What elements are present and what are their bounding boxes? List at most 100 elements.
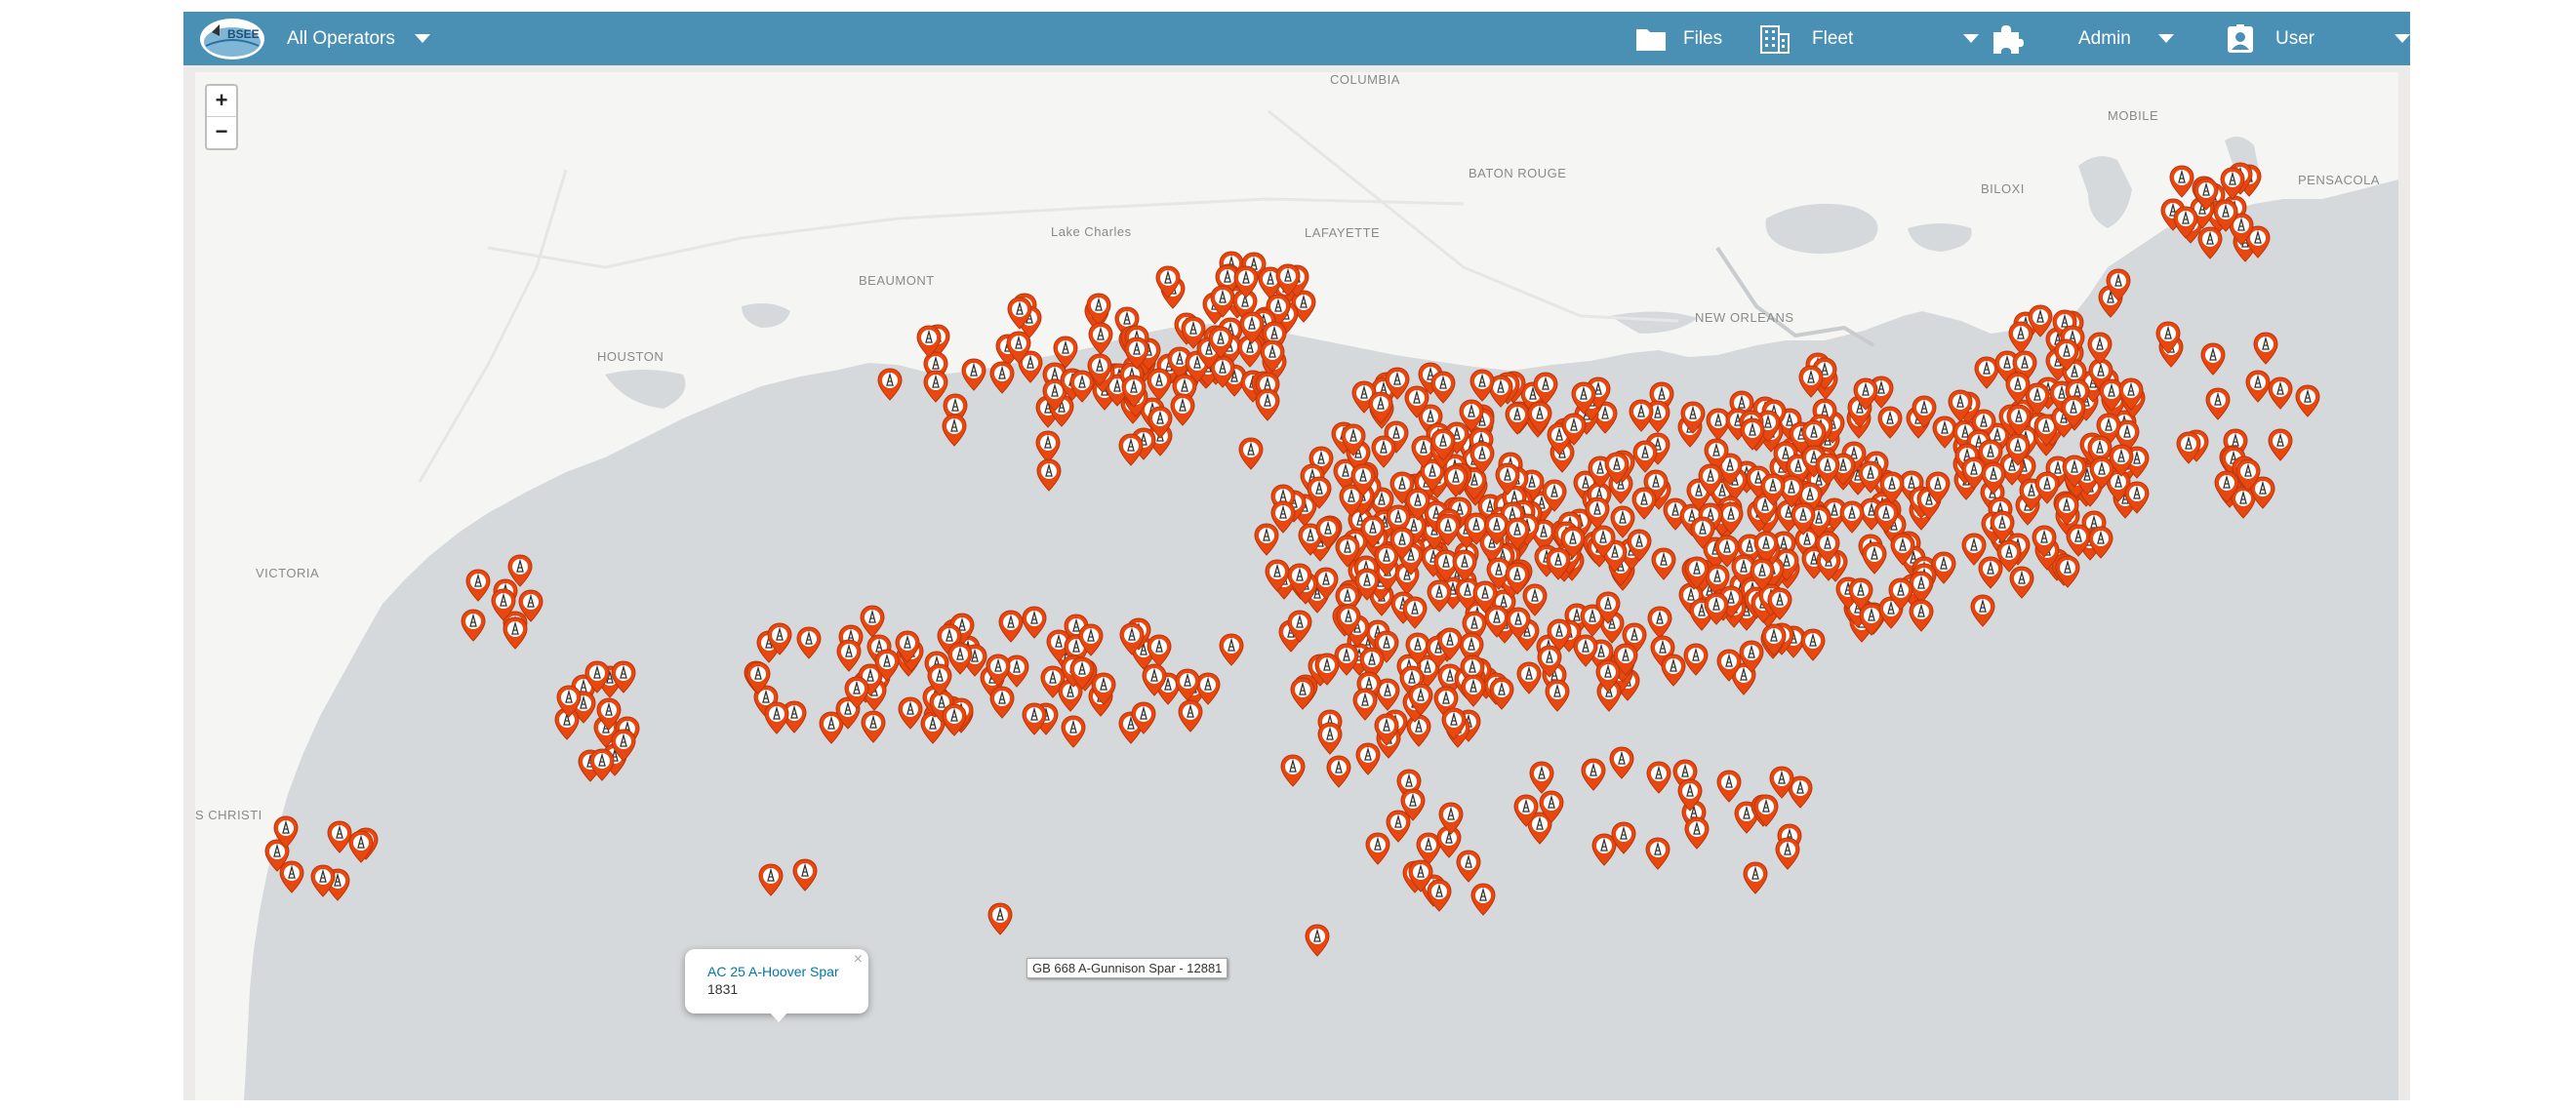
platform-marker[interactable]	[1981, 461, 2006, 495]
platform-marker[interactable]	[1461, 674, 1486, 707]
platform-marker[interactable]	[2200, 342, 2226, 376]
platform-marker[interactable]	[1716, 770, 1742, 803]
platform-marker[interactable]	[1627, 529, 1652, 562]
platform-marker[interactable]	[2205, 387, 2231, 420]
platform-marker[interactable]	[2088, 526, 2113, 559]
platform-marker[interactable]	[877, 368, 903, 401]
platform-marker[interactable]	[1560, 526, 1586, 559]
platform-marker[interactable]	[1233, 265, 1259, 298]
platform-marker[interactable]	[2055, 555, 2080, 588]
platform-marker[interactable]	[2253, 332, 2278, 365]
platform-marker[interactable]	[1408, 859, 1433, 893]
platform-marker[interactable]	[507, 554, 533, 587]
platform-marker[interactable]	[1537, 645, 1562, 678]
platform-marker[interactable]	[1452, 549, 1477, 582]
zoom-in-button[interactable]: +	[207, 86, 236, 117]
platform-marker[interactable]	[1118, 433, 1144, 466]
platform-marker[interactable]	[1078, 623, 1104, 656]
platform-marker[interactable]	[1704, 592, 1729, 625]
zoom-out-button[interactable]: −	[207, 117, 236, 147]
platform-marker[interactable]	[1007, 297, 1032, 330]
platform-marker[interactable]	[1760, 473, 1786, 506]
platform-marker[interactable]	[1260, 339, 1285, 373]
platform-marker[interactable]	[1912, 395, 1937, 428]
platform-marker[interactable]	[942, 414, 967, 447]
platform-marker[interactable]	[961, 358, 986, 391]
platform-marker[interactable]	[927, 663, 952, 696]
platform-marker[interactable]	[2008, 321, 2033, 354]
fleet-menu[interactable]: Fleet	[1760, 12, 1980, 65]
popup-platform-link[interactable]: AC 25 A-Hoover Spar	[707, 964, 839, 979]
platform-marker[interactable]	[1948, 389, 1973, 422]
platform-marker[interactable]	[1750, 558, 1775, 591]
platform-marker[interactable]	[2106, 268, 2131, 301]
platform-marker[interactable]	[1441, 707, 1467, 740]
platform-marker[interactable]	[1716, 649, 1742, 682]
platform-marker[interactable]	[987, 902, 1013, 935]
platform-marker[interactable]	[1469, 369, 1495, 402]
platform-marker[interactable]	[1873, 500, 1899, 534]
platform-marker[interactable]	[1087, 353, 1112, 386]
platform-marker[interactable]	[611, 660, 636, 694]
platform-marker[interactable]	[2087, 332, 2113, 365]
platform-marker[interactable]	[1815, 453, 1840, 486]
platform-marker[interactable]	[1925, 471, 1951, 504]
platform-marker[interactable]	[1405, 488, 1430, 521]
platform-marker[interactable]	[1326, 755, 1351, 788]
platform-marker[interactable]	[1469, 441, 1495, 474]
platform-marker[interactable]	[989, 686, 1015, 719]
platform-marker[interactable]	[792, 858, 818, 892]
platform-marker[interactable]	[1275, 263, 1301, 297]
platform-marker[interactable]	[1142, 663, 1167, 696]
platform-marker[interactable]	[1545, 679, 1570, 712]
platform-marker[interactable]	[2173, 206, 2198, 239]
platform-marker[interactable]	[1542, 479, 1567, 512]
platform-marker[interactable]	[2235, 458, 2261, 492]
platform-marker[interactable]	[1631, 487, 1657, 520]
platform-marker[interactable]	[1400, 788, 1426, 821]
platform-marker[interactable]	[2061, 395, 2086, 428]
platform-marker[interactable]	[874, 649, 900, 682]
platform-marker[interactable]	[1761, 623, 1787, 656]
platform-marker[interactable]	[1170, 393, 1195, 426]
platform-marker[interactable]	[1254, 523, 1279, 556]
platform-marker[interactable]	[1036, 458, 1062, 492]
operator-select[interactable]: All Operators	[287, 12, 430, 65]
platform-marker[interactable]	[1427, 579, 1452, 613]
platform-marker[interactable]	[1336, 604, 1361, 637]
platform-marker[interactable]	[1352, 688, 1378, 721]
platform-marker[interactable]	[2062, 455, 2087, 488]
platform-marker[interactable]	[2109, 444, 2134, 477]
platform-marker[interactable]	[767, 622, 792, 655]
platform-marker[interactable]	[844, 676, 869, 709]
platform-marker[interactable]	[1527, 401, 1552, 434]
platform-marker[interactable]	[1402, 596, 1428, 629]
platform-marker[interactable]	[273, 815, 299, 849]
popup-close-button[interactable]: ×	[854, 951, 863, 969]
platform-marker[interactable]	[1632, 440, 1658, 473]
platform-marker[interactable]	[1365, 832, 1390, 865]
platform-marker[interactable]	[1470, 883, 1496, 916]
platform-marker[interactable]	[1280, 754, 1306, 787]
platform-marker[interactable]	[1690, 516, 1715, 549]
platform-marker[interactable]	[1022, 702, 1047, 735]
platform-marker[interactable]	[2176, 431, 2201, 464]
platform-marker[interactable]	[1714, 535, 1740, 568]
platform-marker[interactable]	[836, 639, 862, 672]
platform-marker[interactable]	[1677, 778, 1703, 812]
platform-marker[interactable]	[1684, 816, 1710, 850]
platform-marker[interactable]	[1155, 265, 1181, 298]
platform-marker[interactable]	[942, 703, 967, 736]
platform-marker[interactable]	[1571, 381, 1596, 415]
platform-marker[interactable]	[461, 609, 486, 642]
platform-marker[interactable]	[1290, 677, 1315, 710]
platform-marker[interactable]	[1740, 417, 1765, 451]
platform-marker[interactable]	[1238, 437, 1264, 470]
platform-marker[interactable]	[1119, 622, 1145, 655]
platform-marker[interactable]	[1767, 587, 1792, 620]
platform-marker[interactable]	[1862, 541, 1887, 575]
platform-marker[interactable]	[986, 654, 1011, 687]
platform-marker[interactable]	[1368, 391, 1393, 424]
platform-marker[interactable]	[1219, 633, 1244, 666]
plugins-menu[interactable]	[1991, 12, 2024, 65]
